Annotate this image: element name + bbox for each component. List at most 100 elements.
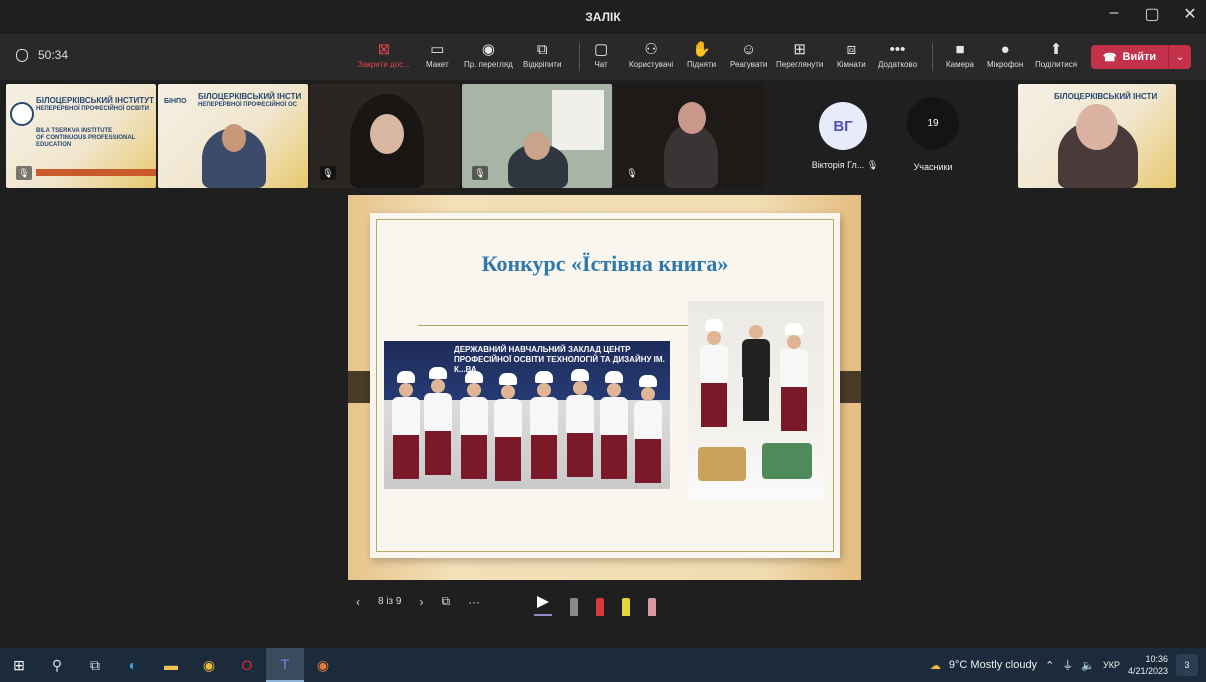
weather-icon[interactable]: ☁ — [930, 659, 941, 672]
stop-sharing-button[interactable]: ⊠ Закрити дос... — [358, 40, 410, 69]
window-title: ЗАЛІК — [585, 10, 621, 24]
participant-tile[interactable]: БІЛОЦЕРКІВСЬКИЙ ІНСТИ — [1018, 84, 1176, 188]
opera-icon[interactable]: O — [228, 648, 266, 682]
pen-red-tool[interactable] — [596, 598, 604, 616]
more-button[interactable]: ••• Додатково — [878, 40, 917, 69]
cook-figure — [566, 369, 594, 477]
minimize-icon[interactable]: – — [1104, 4, 1124, 24]
participant-face — [370, 114, 404, 154]
chrome-icon[interactable]: ◉ — [190, 648, 228, 682]
camera-button[interactable]: ■ Камера — [946, 40, 974, 69]
chat-icon: ▢ — [594, 41, 609, 58]
notification-icon[interactable]: 3 — [1176, 654, 1198, 676]
clock[interactable]: 10:36 4/21/2023 — [1128, 653, 1168, 677]
rooms-button[interactable]: ⧈ Кімнати — [837, 40, 866, 69]
participant-tile[interactable]: 🎙 — [310, 84, 460, 188]
network-icon[interactable]: ⏚ — [1062, 657, 1073, 673]
weather-text[interactable]: 9°C Mostly cloudy — [949, 659, 1037, 671]
people-icon: ⚇ — [644, 41, 658, 58]
window-titlebar: ЗАЛІК – ▢ ✕ — [0, 0, 1206, 34]
cook-figure — [780, 323, 808, 431]
mic-off-icon: 🎙 — [16, 166, 32, 180]
slide-page-indicator: 8 із 9 — [378, 596, 402, 607]
share-button[interactable]: ⬆ Поділитися — [1035, 40, 1077, 69]
participant-count[interactable]: 19 — [907, 97, 959, 149]
meeting-duration: 50:34 — [38, 48, 69, 62]
meeting-toolbar: 50:34 ⊠ Закрити дос... ▭ Макет ◉ Пр. пер… — [0, 34, 1206, 80]
banner-text-en: BILA TSERKVA INSTITUTE OF CONTINUOUS PRO… — [36, 128, 136, 148]
pen-black-tool[interactable] — [570, 598, 578, 616]
react-button[interactable]: ☺ Реагувати — [730, 40, 767, 69]
leave-button[interactable]: ☎ Вийти ⌄ — [1091, 45, 1191, 69]
chevron-down-icon[interactable]: ⌄ — [1169, 52, 1191, 63]
view-button[interactable]: ⊞ Переглянути — [776, 40, 823, 69]
leave-main[interactable]: ☎ Вийти — [1091, 45, 1169, 69]
highlighter-tool[interactable] — [622, 598, 630, 616]
search-icon[interactable]: ⚲ — [38, 648, 76, 682]
teams-icon[interactable]: T — [266, 648, 304, 682]
more-icon[interactable]: ··· — [468, 595, 480, 609]
whiteboard — [552, 90, 604, 150]
cake-book — [762, 443, 812, 479]
chrome-icon[interactable]: ◉ — [304, 648, 342, 682]
chevron-left-icon[interactable]: ‹ — [356, 595, 360, 609]
laser-pointer-tool[interactable] — [534, 596, 552, 616]
language-indicator[interactable]: УКР — [1103, 660, 1120, 670]
camera-icon: ■ — [955, 41, 965, 58]
smile-icon: ☺ — [741, 41, 757, 58]
chat-button[interactable]: ▢ Чат — [594, 40, 608, 69]
popout-icon: ⧉ — [536, 41, 548, 58]
eraser-tool[interactable] — [648, 598, 656, 616]
participant-name: Вікторія Гл... 🎙 — [811, 160, 879, 170]
preview-button[interactable]: ◉ Пр. перегляд — [464, 40, 513, 69]
close-sharing-icon: ⊠ — [377, 41, 391, 58]
layout-button[interactable]: ▭ Макет — [426, 40, 449, 69]
mic-off-icon: 🎙 — [866, 160, 879, 170]
maximize-icon[interactable]: ▢ — [1142, 4, 1162, 24]
popout-button[interactable]: ⧉ Відкріпити — [523, 40, 561, 69]
banner-text: БІЛОЦЕРКІВСЬКИЙ ІНСТИТУТ НЕПЕРЕРВНОЇ ПРО… — [36, 96, 154, 112]
leave-label: Вийти — [1122, 51, 1157, 63]
participants-strip: БІЛОЦЕРКІВСЬКИЙ ІНСТИТУТ НЕПЕРЕРВНОЇ ПРО… — [0, 82, 1206, 190]
avatar[interactable]: ВГ — [819, 102, 867, 150]
participant-tile[interactable]: БІНПО БІЛОЦЕРКІВСЬКИЙ ІНСТИ НЕПЕРЕРВНОЇ … — [158, 84, 308, 188]
presentation-slide: Конкурс «Їстівна книга» ДЕРЖАВНИЙ НАВЧАЛ… — [370, 213, 840, 558]
toolbar-divider — [579, 43, 580, 71]
microphone-button[interactable]: ● Мікрофон — [987, 40, 1023, 69]
window-controls: – ▢ ✕ — [1104, 4, 1200, 24]
people-button[interactable]: ⚇ Користувачі — [629, 40, 673, 69]
chevron-right-icon[interactable]: › — [420, 595, 424, 609]
annotation-tools — [534, 596, 656, 616]
cook-figure — [424, 367, 452, 475]
close-icon[interactable]: ✕ — [1180, 4, 1200, 24]
file-explorer-icon[interactable]: ▬ — [152, 648, 190, 682]
institute-logo — [10, 102, 34, 126]
participant-face — [1076, 104, 1118, 150]
participant-tile[interactable]: 🎙 — [614, 84, 764, 188]
meeting-timer: 50:34 — [16, 48, 68, 62]
windows-start-icon[interactable]: ⊞ — [0, 648, 38, 682]
cook-figure — [494, 373, 522, 481]
edge-icon[interactable]: ◐ — [114, 648, 152, 682]
slide-divider — [418, 325, 688, 326]
binpo-tag: БІНПО — [164, 98, 187, 105]
cook-figure — [700, 319, 728, 427]
cook-figure — [460, 371, 488, 479]
shared-content: Конкурс «Їстівна книга» ДЕРЖАВНИЙ НАВЧАЛ… — [348, 195, 861, 580]
banner-text: БІЛОЦЕРКІВСЬКИЙ ІНСТИ НЕПЕРЕРВНОЇ ПРОФЕС… — [198, 92, 302, 108]
chevron-up-icon[interactable]: ⌃ — [1045, 659, 1054, 672]
eye-icon: ◉ — [481, 41, 495, 58]
cook-figure — [634, 375, 662, 483]
participant-tile[interactable]: 🎙 — [462, 84, 612, 188]
participant-tile[interactable]: БІЛОЦЕРКІВСЬКИЙ ІНСТИТУТ НЕПЕРЕРВНОЇ ПРО… — [6, 84, 156, 188]
raise-hand-button[interactable]: ✋ Підняти — [687, 40, 716, 69]
cakes-photo — [688, 301, 824, 499]
task-view-icon[interactable]: ⧉ — [76, 648, 114, 682]
grid-view-icon[interactable]: ⧉ — [442, 594, 451, 609]
toolbar-divider — [932, 43, 933, 71]
slide-controls: ‹ 8 із 9 › ⧉ ··· — [356, 594, 480, 609]
mic-icon: ● — [1000, 41, 1010, 58]
participant-count-label: Учасники — [913, 162, 953, 172]
volume-icon[interactable]: 🔈 — [1081, 659, 1095, 672]
shield-icon — [16, 48, 28, 62]
